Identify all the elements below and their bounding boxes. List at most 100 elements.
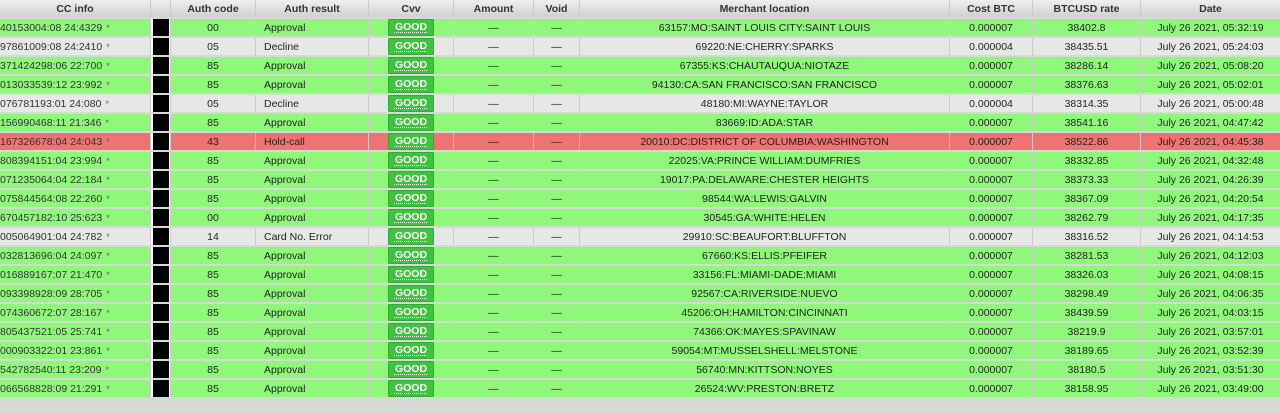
cvv-good-badge[interactable]: GOOD	[388, 209, 434, 226]
auth-code-cell: 85	[170, 266, 255, 283]
date-cell: July 26 2021, 04:12:03	[1140, 247, 1280, 264]
cc-info-cell[interactable]: 076781193:01 24:080 *	[0, 95, 150, 112]
cvv-cell: GOOD	[368, 38, 453, 55]
cvv-good-badge[interactable]: GOOD	[388, 38, 434, 55]
cc-info-cell[interactable]: 071235064:04 22:184 *	[0, 171, 150, 188]
table-row[interactable]: 670457182:10 25:623 * 00 Approval GOOD — —3054…	[0, 209, 1280, 226]
cvv-good-badge[interactable]: GOOD	[388, 190, 434, 207]
table-row[interactable]: 066568828:09 21:291 * 85 Approval GOOD — —2652…	[0, 380, 1280, 397]
cc-info-cell[interactable]: 670457182:10 25:623 *	[0, 209, 150, 226]
cc-info-cell[interactable]: 371424298:06 22:700 *	[0, 57, 150, 74]
header-void[interactable]: Void	[533, 0, 579, 17]
cc-info-cell[interactable]: 40153004:08 24:4329 *	[0, 19, 150, 36]
cc-info-cell[interactable]: 808394151:04 23:994 *	[0, 152, 150, 169]
cc-star-mark: *	[106, 250, 110, 261]
table-row[interactable]: 075844564:08 22:260 * 85 Approval GOOD — —9854…	[0, 190, 1280, 207]
btcusd-rate-cell: 38373.33	[1032, 171, 1140, 188]
amount-cell: —	[453, 114, 533, 131]
merchant-location-cell: 48180:MI:WAYNE:TAYLOR	[579, 95, 949, 112]
header-cost-btc[interactable]: Cost BTC	[949, 0, 1032, 17]
cvv-good-badge[interactable]: GOOD	[388, 323, 434, 340]
header-merchant-location[interactable]: Merchant location	[579, 0, 949, 17]
auth-code-cell: 05	[170, 38, 255, 55]
cvv-good-badge[interactable]: GOOD	[388, 133, 434, 150]
table-row[interactable]: 013033539:12 23:992 * 85 Approval GOOD — —9413…	[0, 76, 1280, 93]
cc-info-cell[interactable]: 075844564:08 22:260 *	[0, 190, 150, 207]
amount-cell: —	[453, 266, 533, 283]
cc-info-cell[interactable]: 97861009:08 24:2410 *	[0, 38, 150, 55]
redacted-block	[153, 380, 169, 397]
table-row[interactable]: 808394151:04 23:994 * 85 Approval GOOD — —2202…	[0, 152, 1280, 169]
cc-info-cell[interactable]: 074360672:07 28:167 *	[0, 304, 150, 321]
table-row[interactable]: 167326678:04 24:043 * 43 Hold-call GOOD — —200…	[0, 133, 1280, 150]
cvv-cell: GOOD	[368, 95, 453, 112]
cc-info-cell[interactable]: 013033539:12 23:992 *	[0, 76, 150, 93]
redacted-block	[153, 323, 169, 340]
table-row[interactable]: 000903322:01 23:861 * 85 Approval GOOD — —5905…	[0, 342, 1280, 359]
bin-cell	[150, 38, 170, 55]
cc-info-text: 371424298:06 22:700	[0, 59, 103, 72]
amount-cell: —	[453, 38, 533, 55]
cc-star-mark: *	[106, 269, 110, 280]
cvv-good-badge[interactable]: GOOD	[388, 342, 434, 359]
table-row[interactable]: 805437521:05 25:741 * 85 Approval GOOD — —7436…	[0, 323, 1280, 340]
cvv-good-badge[interactable]: GOOD	[388, 76, 434, 93]
cvv-good-badge[interactable]: GOOD	[388, 228, 434, 245]
header-auth-code[interactable]: Auth code	[170, 0, 255, 17]
cc-info-cell[interactable]: 542782540:11 23:209 *	[0, 361, 150, 378]
table-row[interactable]: 071235064:04 22:184 * 85 Approval GOOD — —1901…	[0, 171, 1280, 188]
header-auth-result[interactable]: Auth result	[255, 0, 368, 17]
cost-btc-cell: 0.000007	[949, 228, 1032, 245]
cc-info-cell[interactable]: 032813696:04 24:097 *	[0, 247, 150, 264]
table-row[interactable]: 032813696:04 24:097 * 85 Approval GOOD — —6766…	[0, 247, 1280, 264]
cvv-good-badge[interactable]: GOOD	[388, 19, 434, 36]
cvv-cell: GOOD	[368, 19, 453, 36]
cvv-good-badge[interactable]: GOOD	[388, 114, 434, 131]
table-row[interactable]: 156990468:11 21:346 * 85 Approval GOOD — —8366…	[0, 114, 1280, 131]
cvv-good-badge[interactable]: GOOD	[388, 361, 434, 378]
cvv-good-badge[interactable]: GOOD	[388, 380, 434, 397]
header-cvv[interactable]: Cvv	[368, 0, 453, 17]
table-row[interactable]: 542782540:11 23:209 * 85 Approval GOOD — —5674…	[0, 361, 1280, 378]
cc-info-text: 000903322:01 23:861	[0, 344, 103, 357]
redacted-block	[153, 38, 169, 55]
cost-btc-cell: 0.000004	[949, 95, 1032, 112]
header-cc-info[interactable]: CC info	[0, 0, 150, 17]
table-row[interactable]: 97861009:08 24:2410 * 05 Decline GOOD — —69220…	[0, 38, 1280, 55]
table-row[interactable]: 074360672:07 28:167 * 85 Approval GOOD — —4520…	[0, 304, 1280, 321]
bin-cell	[150, 323, 170, 340]
cc-info-cell[interactable]: 005064901:04 24:782 *	[0, 228, 150, 245]
cc-info-cell[interactable]: 805437521:05 25:741 *	[0, 323, 150, 340]
table-row[interactable]: 005064901:04 24:782 * 14 Card No. Error GOOD…	[0, 228, 1280, 245]
bin-cell	[150, 209, 170, 226]
header-date[interactable]: Date	[1140, 0, 1280, 17]
amount-cell: —	[453, 133, 533, 150]
date-cell: July 26 2021, 03:57:01	[1140, 323, 1280, 340]
table-row[interactable]: 40153004:08 24:4329 * 00 Approval GOOD — —6315…	[0, 19, 1280, 36]
cvv-good-badge[interactable]: GOOD	[388, 152, 434, 169]
cc-info-cell[interactable]: 000903322:01 23:861 *	[0, 342, 150, 359]
cc-info-text: 093398928:09 28:705	[0, 287, 103, 300]
cvv-cell: GOOD	[368, 285, 453, 302]
table-row[interactable]: 076781193:01 24:080 * 05 Decline GOOD — —48180…	[0, 95, 1280, 112]
cc-info-cell[interactable]: 167326678:04 24:043 *	[0, 133, 150, 150]
cc-info-text: 066568828:09 21:291	[0, 382, 103, 395]
cc-info-text: 805437521:05 25:741	[0, 325, 103, 338]
cc-info-cell[interactable]: 093398928:09 28:705 *	[0, 285, 150, 302]
cc-info-cell[interactable]: 066568828:09 21:291 *	[0, 380, 150, 397]
cvv-good-badge[interactable]: GOOD	[388, 57, 434, 74]
cvv-good-badge[interactable]: GOOD	[388, 95, 434, 112]
cvv-good-badge[interactable]: GOOD	[388, 171, 434, 188]
cvv-good-badge[interactable]: GOOD	[388, 266, 434, 283]
cc-info-cell[interactable]: 016889167:07 21:470 *	[0, 266, 150, 283]
cvv-good-badge[interactable]: GOOD	[388, 247, 434, 264]
header-amount[interactable]: Amount	[453, 0, 533, 17]
cc-info-cell[interactable]: 156990468:11 21:346 *	[0, 114, 150, 131]
cc-star-mark: *	[106, 307, 110, 318]
table-row[interactable]: 371424298:06 22:700 * 85 Approval GOOD — —6735…	[0, 57, 1280, 74]
header-btcusd-rate[interactable]: BTCUSD rate	[1032, 0, 1140, 17]
table-row[interactable]: 016889167:07 21:470 * 85 Approval GOOD — —3315…	[0, 266, 1280, 283]
table-row[interactable]: 093398928:09 28:705 * 85 Approval GOOD — —9256…	[0, 285, 1280, 302]
cvv-good-badge[interactable]: GOOD	[388, 285, 434, 302]
cvv-good-badge[interactable]: GOOD	[388, 304, 434, 321]
